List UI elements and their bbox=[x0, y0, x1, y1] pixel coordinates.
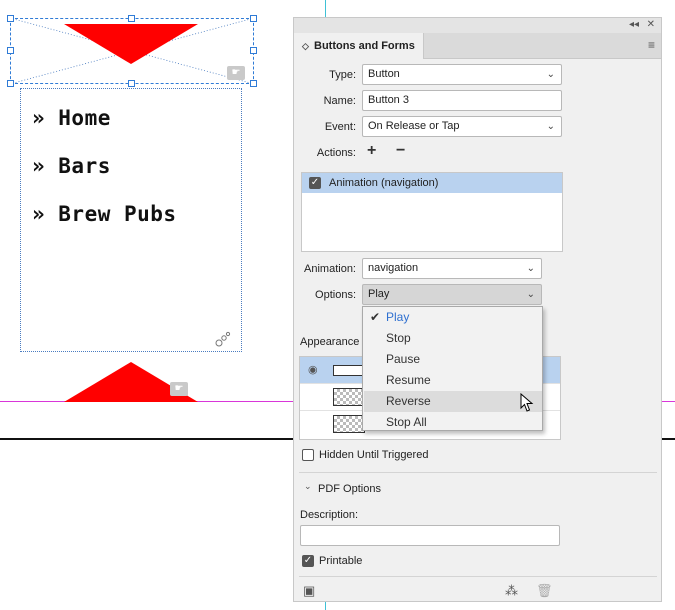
chevron-down-icon: ⌄ bbox=[546, 69, 555, 80]
menu-item-label: Pause bbox=[386, 352, 421, 366]
name-label: Name: bbox=[323, 95, 356, 107]
tab-buttons-and-forms[interactable]: ◇ Buttons and Forms bbox=[294, 33, 424, 59]
menu-item-label: Stop bbox=[386, 331, 411, 345]
pdf-options-label[interactable]: PDF Options bbox=[318, 483, 381, 495]
actions-label: Actions: bbox=[316, 147, 356, 159]
animation-select[interactable]: navigation ⌄ bbox=[362, 258, 542, 279]
animation-proxy-icon bbox=[215, 331, 231, 347]
menu-item-label: Reverse bbox=[386, 394, 431, 408]
event-value: On Release or Tap bbox=[368, 120, 460, 132]
menu-item-reverse[interactable]: Reverse bbox=[364, 391, 542, 412]
state-thumbnail bbox=[333, 388, 365, 406]
description-field[interactable] bbox=[300, 525, 560, 546]
preview-spread-icon[interactable]: ▣ bbox=[303, 583, 315, 599]
menu-item-stop[interactable]: Stop bbox=[364, 328, 542, 349]
resize-handle-br[interactable] bbox=[250, 80, 257, 87]
type-value: Button bbox=[368, 68, 400, 80]
convert-to-object-icon[interactable]: ⁂ bbox=[505, 583, 518, 599]
menu-item-play[interactable]: ✔ Play bbox=[364, 307, 542, 328]
actions-list[interactable]: ✓ Animation (navigation) bbox=[301, 172, 563, 252]
menu-item-resume[interactable]: Resume bbox=[364, 370, 542, 391]
button-indicator-icon: ☛ bbox=[227, 66, 245, 80]
section-divider bbox=[299, 472, 657, 473]
panel-tab-row: ◇ Buttons and Forms ≡ bbox=[294, 33, 661, 59]
chevron-down-icon: ⌄ bbox=[526, 263, 535, 274]
panel-title-bar[interactable]: ◂◂ ✕ bbox=[294, 18, 661, 33]
panel-menu-icon[interactable]: ≡ bbox=[648, 38, 655, 52]
menu-item-stop-all[interactable]: Stop All bbox=[364, 412, 542, 433]
add-action-button[interactable]: + bbox=[367, 142, 376, 160]
nav-item-home: » Home bbox=[32, 106, 111, 130]
event-label: Event: bbox=[324, 121, 356, 133]
chevron-down-icon: ⌄ bbox=[546, 121, 555, 132]
name-field[interactable]: Button 3 bbox=[362, 90, 562, 111]
mouse-cursor-icon bbox=[520, 393, 534, 412]
resize-handle-tl[interactable] bbox=[7, 15, 14, 22]
eye-icon[interactable]: ◉ bbox=[308, 363, 318, 376]
close-panel-icon[interactable]: ✕ bbox=[647, 19, 655, 30]
resize-handle-mr[interactable] bbox=[250, 47, 257, 54]
type-label: Type: bbox=[329, 69, 356, 81]
options-value: Play bbox=[368, 288, 390, 300]
collapse-panel-icon[interactable]: ◂◂ bbox=[629, 19, 639, 30]
pdf-options-expand-icon[interactable]: ⌄ bbox=[304, 481, 312, 492]
animation-value: navigation bbox=[368, 262, 419, 274]
animation-label: Animation: bbox=[304, 263, 356, 275]
selected-button-frame[interactable] bbox=[10, 18, 254, 84]
options-label: Options: bbox=[315, 289, 356, 301]
action-enabled-checkbox[interactable]: ✓ bbox=[309, 177, 321, 189]
tab-expand-icon: ◇ bbox=[302, 41, 309, 51]
menu-item-pause[interactable]: Pause bbox=[364, 349, 542, 370]
button-indicator-icon: ☛ bbox=[170, 382, 188, 396]
options-dropdown-menu: ✔ Play Stop Pause Resume Reverse Stop Al… bbox=[362, 306, 543, 431]
section-divider bbox=[299, 576, 657, 577]
nav-item-bars: » Bars bbox=[32, 154, 111, 178]
state-thumbnail bbox=[333, 415, 365, 433]
hidden-until-triggered-label: Hidden Until Triggered bbox=[319, 449, 429, 461]
resize-handle-bc[interactable] bbox=[128, 80, 135, 87]
page-edge bbox=[0, 438, 300, 440]
printable-label: Printable bbox=[319, 555, 363, 567]
state-thumbnail bbox=[333, 365, 365, 376]
event-select[interactable]: On Release or Tap ⌄ bbox=[362, 116, 562, 137]
hidden-until-triggered-checkbox[interactable] bbox=[302, 449, 314, 461]
resize-handle-bl[interactable] bbox=[7, 80, 14, 87]
trash-icon[interactable]: 🗑 bbox=[536, 583, 553, 599]
resize-handle-tc[interactable] bbox=[128, 15, 135, 22]
resize-handle-ml[interactable] bbox=[7, 47, 14, 54]
chevron-down-icon: ⌄ bbox=[526, 289, 535, 300]
menu-item-label: Resume bbox=[386, 373, 431, 387]
resize-handle-tr[interactable] bbox=[250, 15, 257, 22]
nav-item-brew-pubs: » Brew Pubs bbox=[32, 202, 177, 226]
remove-action-button[interactable]: − bbox=[396, 142, 405, 160]
name-value: Button 3 bbox=[368, 94, 409, 106]
menu-item-label: Play bbox=[386, 310, 410, 324]
list-item[interactable]: ✓ Animation (navigation) bbox=[302, 173, 562, 193]
action-item-label: Animation (navigation) bbox=[329, 177, 439, 189]
appearance-label: Appearance bbox=[300, 336, 360, 348]
printable-checkbox[interactable]: ✓ bbox=[302, 555, 314, 567]
checkmark-icon: ✔ bbox=[370, 310, 381, 324]
menu-item-label: Stop All bbox=[386, 415, 427, 429]
tab-label: Buttons and Forms bbox=[314, 40, 415, 52]
options-select[interactable]: Play ⌄ bbox=[362, 284, 542, 305]
type-select[interactable]: Button ⌄ bbox=[362, 64, 562, 85]
description-label: Description: bbox=[300, 509, 359, 521]
